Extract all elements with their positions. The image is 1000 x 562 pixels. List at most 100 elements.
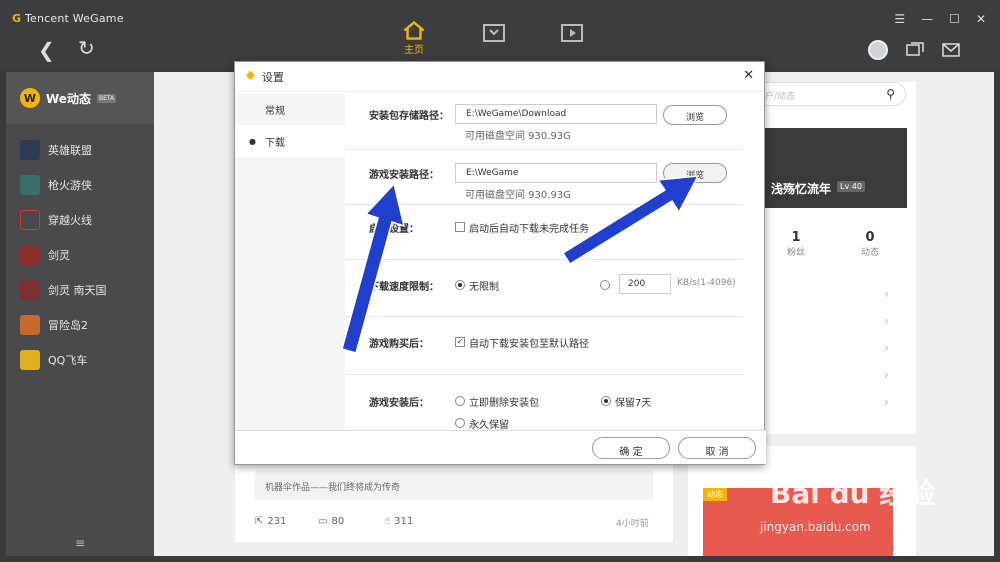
tab-store[interactable] bbox=[476, 20, 512, 56]
comment-button[interactable]: ▭ 80 bbox=[318, 516, 344, 527]
mail-icon[interactable] bbox=[942, 42, 960, 58]
delete-package-radio[interactable] bbox=[455, 396, 465, 406]
keep-forever-label: 永久保留 bbox=[469, 420, 509, 431]
minimize-icon[interactable]: — bbox=[921, 12, 933, 26]
comment-icon: ▭ bbox=[318, 516, 328, 527]
sidebar-item-gunfire[interactable]: 枪火游侠 bbox=[6, 167, 154, 202]
divider bbox=[345, 149, 743, 150]
game-path-input[interactable]: E:\WeGame bbox=[455, 163, 657, 183]
keep7-radio[interactable] bbox=[601, 396, 611, 406]
ad-badge: 动态 bbox=[703, 488, 727, 501]
settings-dialog: ✹ 设置 ✕ 常规 ● 下载 安装包存储路径： E:\WeGame\Downloa… bbox=[234, 61, 766, 465]
sidebar-item-maplestory2[interactable]: 冒险岛2 bbox=[6, 307, 154, 342]
startup-checkbox[interactable] bbox=[455, 222, 465, 232]
search-icon[interactable]: ⚲ bbox=[886, 87, 895, 101]
posts-stat[interactable]: 0 动态 bbox=[850, 230, 890, 258]
user-avatar[interactable] bbox=[868, 40, 888, 60]
after-install-label: 游戏安装后： bbox=[369, 398, 429, 409]
post-caption: 机器伞作品——我们终将成为传奇 bbox=[255, 470, 653, 500]
gear-icon: ✹ bbox=[245, 69, 256, 84]
sidebar-menu-icon[interactable]: ≡ bbox=[6, 536, 154, 550]
sidebar-item-lol[interactable]: 英雄联盟 bbox=[6, 132, 154, 167]
divider bbox=[345, 316, 743, 317]
chevron-right-icon[interactable]: › bbox=[884, 314, 889, 328]
game-browse-button[interactable]: 浏览 bbox=[663, 163, 727, 183]
package-disk-space: 可用磁盘空间 930.93G bbox=[465, 131, 571, 142]
tab-home-label: 主页 bbox=[404, 45, 424, 56]
watermark-url: jingyan.baidu.com bbox=[760, 520, 871, 534]
startup-label: 启动设置： bbox=[369, 224, 419, 235]
close-icon[interactable]: ✕ bbox=[743, 68, 754, 83]
sidebar-header-label: We动态 bbox=[46, 91, 91, 106]
tab-video[interactable] bbox=[554, 20, 590, 56]
sidebar-item-blade-soul[interactable]: 剑灵 bbox=[6, 237, 154, 272]
chat-icon[interactable] bbox=[906, 42, 924, 58]
unlimited-radio[interactable] bbox=[455, 280, 465, 290]
sidebar-item-we-dynamic[interactable]: W We动态 BETA bbox=[6, 72, 154, 124]
gunfire-icon bbox=[20, 174, 40, 195]
package-browse-button[interactable]: 浏览 bbox=[663, 105, 727, 125]
tab-download-label: 下载 bbox=[265, 137, 285, 149]
maximize-icon[interactable]: ☐ bbox=[949, 12, 960, 26]
share-count: 231 bbox=[267, 516, 287, 527]
ok-button[interactable]: 确 定 bbox=[592, 437, 670, 459]
chevron-right-icon[interactable]: › bbox=[884, 395, 889, 409]
blade-soul-south-icon bbox=[20, 279, 40, 300]
sidebar: W We动态 BETA 英雄联盟 枪火游侠 穿越火线 剑灵 剑灵 南天国 冒险岛… bbox=[6, 72, 154, 556]
startup-option-label: 启动后自动下载未完成任务 bbox=[469, 224, 589, 235]
speed-unit: KB/s(1-4096) bbox=[677, 278, 736, 288]
tab-general[interactable]: 常规 bbox=[235, 93, 345, 125]
cancel-button[interactable]: 取 消 bbox=[678, 437, 756, 459]
share-icon: ⇱ bbox=[255, 516, 264, 527]
followers-label: 粉丝 bbox=[786, 248, 805, 258]
sidebar-item-label: 剑灵 bbox=[48, 248, 70, 262]
close-window-icon[interactable]: ✕ bbox=[976, 12, 986, 26]
crossfire-icon bbox=[20, 209, 40, 230]
profile-banner: 浅殇忆流年 Lv 40 bbox=[765, 128, 907, 208]
app-logo: G Tencent WeGame bbox=[12, 12, 124, 25]
home-icon bbox=[403, 20, 425, 40]
chevron-right-icon[interactable]: › bbox=[884, 368, 889, 382]
chevron-right-icon[interactable]: › bbox=[884, 341, 889, 355]
dialog-title: 设置 bbox=[261, 70, 284, 84]
game-path-label: 游戏安装路径： bbox=[369, 170, 439, 181]
package-path-label: 安装包存储路径： bbox=[369, 111, 449, 122]
comment-count: 80 bbox=[331, 516, 345, 527]
custom-speed-radio[interactable] bbox=[600, 280, 610, 290]
posts-count: 0 bbox=[865, 230, 875, 245]
sidebar-item-label: 剑灵 南天国 bbox=[48, 283, 107, 297]
video-icon bbox=[561, 24, 583, 42]
dialog-main: 安装包存储路径： E:\WeGame\Download 浏览 可用磁盘空间 93… bbox=[345, 93, 765, 431]
search-placeholder: 户/动态 bbox=[765, 92, 796, 102]
lol-icon bbox=[20, 139, 40, 160]
sidebar-item-qq-speed[interactable]: QQ飞车 bbox=[6, 342, 154, 377]
back-icon[interactable]: ❮ bbox=[38, 38, 55, 62]
like-button[interactable]: ☝ 311 bbox=[384, 516, 413, 527]
refresh-icon[interactable]: ↻ bbox=[78, 36, 95, 60]
maplestory2-icon bbox=[20, 314, 40, 335]
menu-icon[interactable]: ☰ bbox=[894, 12, 905, 26]
search-input[interactable]: 户/动态 ⚲ bbox=[756, 82, 906, 106]
share-button[interactable]: ⇱ 231 bbox=[255, 516, 286, 527]
title-bar: G Tencent WeGame ❮ ↻ 主页 ☰ — ☐ ✕ bbox=[0, 0, 1000, 70]
blade-soul-icon bbox=[20, 244, 40, 265]
sidebar-item-label: 英雄联盟 bbox=[48, 143, 92, 157]
sidebar-item-blade-soul-south[interactable]: 剑灵 南天国 bbox=[6, 272, 154, 307]
speed-input[interactable]: 200 bbox=[619, 274, 671, 294]
selected-dot-icon: ● bbox=[249, 136, 256, 146]
tab-home[interactable]: 主页 bbox=[396, 20, 432, 56]
chevron-right-icon[interactable]: › bbox=[884, 287, 889, 301]
sidebar-item-crossfire[interactable]: 穿越火线 bbox=[6, 202, 154, 237]
sidebar-item-label: 枪火游侠 bbox=[48, 178, 92, 192]
package-path-input[interactable]: E:\WeGame\Download bbox=[455, 104, 657, 124]
we-logo-icon: W bbox=[20, 88, 40, 108]
watermark-logo: Bai du 经验 bbox=[770, 477, 936, 510]
sidebar-item-label: 冒险岛2 bbox=[48, 318, 88, 332]
followers-stat[interactable]: 1 粉丝 bbox=[776, 230, 816, 258]
speed-limit-label: 下载速度限制： bbox=[369, 282, 439, 293]
auto-download-checkbox[interactable]: ✓ bbox=[455, 337, 465, 347]
profile-name: 浅殇忆流年 bbox=[771, 182, 832, 196]
post-time: 4小时前 bbox=[616, 519, 649, 529]
keep-forever-radio[interactable] bbox=[455, 418, 465, 428]
tab-download[interactable]: ● 下载 bbox=[235, 125, 345, 157]
